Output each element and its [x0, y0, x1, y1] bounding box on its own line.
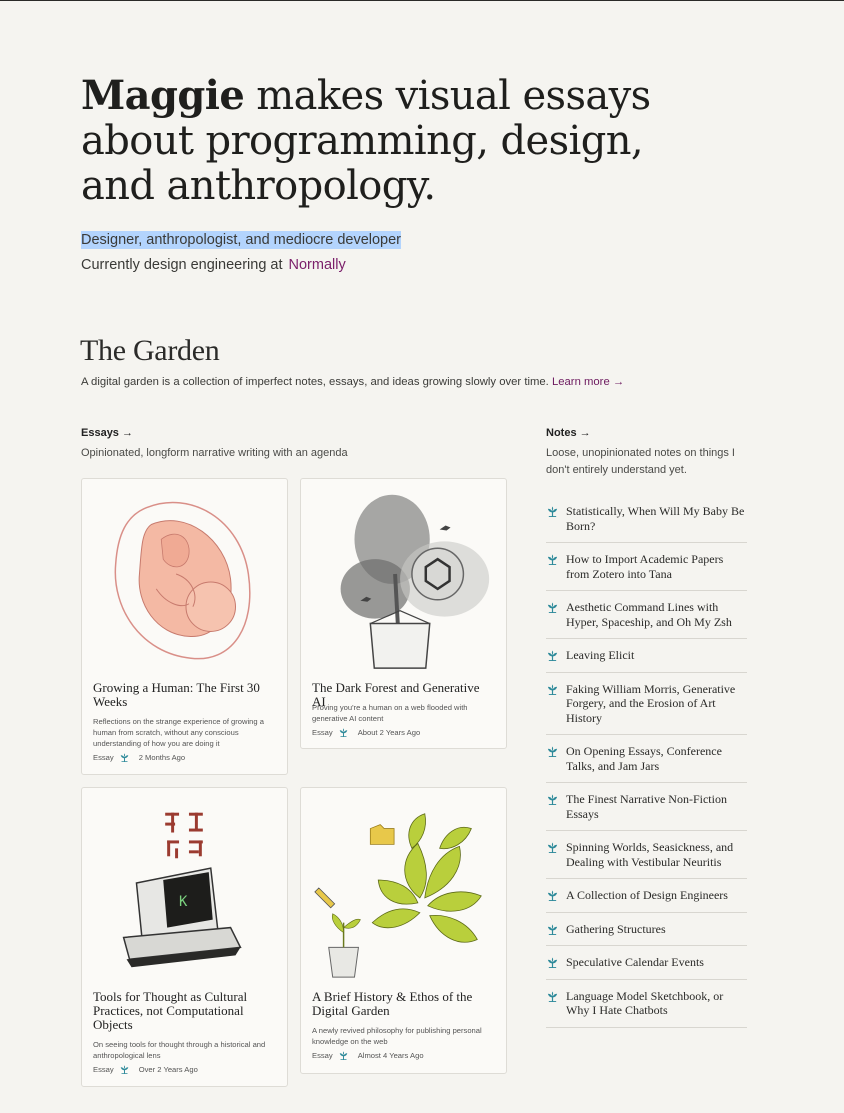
note-item[interactable]: A Collection of Design Engineers [546, 879, 747, 913]
note-title: Leaving Elicit [566, 648, 635, 662]
note-title: Faking William Morris, Generative Forger… [566, 681, 736, 725]
note-item[interactable]: How to Import Academic Papers from Zoter… [546, 543, 747, 591]
notes-description: Loose, unopinionated notes on things I d… [546, 447, 735, 476]
note-item[interactable]: On Opening Essays, Conference Talks, and… [546, 735, 747, 783]
essay-type: Essay [312, 1051, 333, 1060]
essay-date: 2 Months Ago [138, 753, 186, 762]
note-title: Language Model Sketchbook, or Why I Hate… [566, 988, 724, 1018]
garden-title: The Garden [80, 334, 220, 367]
note-title: Spinning Worlds, Seasickness, and Dealin… [566, 840, 734, 869]
svg-text:K: K [179, 894, 188, 910]
note-item[interactable]: Spinning Worlds, Seasickness, and Dealin… [546, 831, 747, 879]
hero-subtitle-text: Designer, anthropologist, and mediocre d… [81, 231, 402, 249]
sprout-icon [547, 506, 558, 517]
note-title: Speculative Calendar Events [566, 955, 704, 969]
sprout-icon [547, 991, 558, 1002]
garden-description-text: A digital garden is a collection of impe… [81, 376, 549, 388]
computer-illustration: K [122, 812, 242, 968]
note-item[interactable]: Language Model Sketchbook, or Why I Hate… [546, 980, 747, 1028]
note-title: Statistically, When Will My Baby Be Born… [566, 504, 745, 533]
essay-title: Tools for Thought as Cultural Practices,… [93, 989, 248, 1032]
essay-description: Proving you're a human on a web flooded … [312, 703, 468, 723]
essay-card[interactable]: K Tools for Thought as Cultural Practice… [81, 787, 288, 1087]
note-item[interactable]: Gathering Structures [546, 913, 747, 946]
houseplant-illustration [314, 813, 482, 978]
sprout-icon [547, 554, 558, 565]
sprout-icon [547, 924, 558, 935]
essay-meta: Essay Almost 4 Years Ago [312, 1051, 424, 1060]
sprout-icon [547, 684, 558, 695]
note-item[interactable]: Aesthetic Command Lines with Hyper, Spac… [546, 591, 747, 639]
sprout-icon [547, 650, 558, 661]
sprout-icon [339, 1051, 348, 1060]
notes-list: Statistically, When Will My Baby Be Born… [546, 495, 747, 1028]
essay-meta: Essay About 2 Years Ago [312, 728, 420, 737]
sprout-icon [120, 753, 129, 762]
hero-name: Maggie [81, 72, 245, 119]
sprout-icon [547, 842, 558, 853]
essay-card[interactable]: Growing a Human: The First 30 Weeks Refl… [81, 478, 288, 775]
essays-heading[interactable]: Essays → [81, 427, 133, 439]
sprout-icon [547, 602, 558, 613]
note-item[interactable]: Faking William Morris, Generative Forger… [546, 673, 747, 735]
dark-forest-illustration [340, 494, 490, 669]
learn-more-link[interactable]: Learn more → [552, 376, 624, 388]
essays-heading-label: Essays [81, 427, 119, 439]
sprout-icon [547, 890, 558, 901]
arrow-right-icon: → [122, 427, 133, 439]
essay-meta: Essay Over 2 Years Ago [93, 1065, 198, 1074]
essay-description: Reflections on the strange experience of… [93, 717, 264, 748]
sprout-icon [120, 1065, 129, 1074]
normally-link[interactable]: Normally [289, 257, 346, 273]
sprout-icon [547, 794, 558, 805]
arrow-right-icon: → [579, 427, 591, 439]
essay-date: Over 2 Years Ago [138, 1065, 198, 1074]
garden-description: A digital garden is a collection of impe… [81, 376, 624, 388]
essay-meta: Essay 2 Months Ago [93, 753, 185, 762]
essay-type: Essay [312, 728, 333, 737]
essay-date: Almost 4 Years Ago [357, 1051, 424, 1060]
essay-type: Essay [93, 1065, 114, 1074]
essay-card[interactable]: A Brief History & Ethos of the Digital G… [300, 787, 507, 1074]
note-title: Aesthetic Command Lines with Hyper, Spac… [566, 600, 732, 629]
essay-title: A Brief History & Ethos of the Digital G… [312, 989, 473, 1018]
sprout-icon [339, 728, 348, 737]
notes-heading[interactable]: Notes → [546, 427, 591, 439]
note-title: How to Import Academic Papers from Zoter… [566, 552, 724, 581]
essay-card[interactable]: The Dark Forest and Generative AI Provin… [300, 478, 507, 749]
note-item[interactable]: Leaving Elicit [546, 639, 747, 673]
note-title: Gathering Structures [566, 921, 666, 936]
note-title: On Opening Essays, Conference Talks, and… [566, 744, 722, 773]
essay-description: A newly revived philosophy for publishin… [312, 1026, 482, 1046]
note-title: The Finest Narrative Non-Fiction Essays [566, 792, 727, 821]
fetus-illustration [114, 501, 251, 660]
essay-description: On seeing tools for thought through a hi… [93, 1040, 266, 1060]
hero-title: Maggie makes visual essays about program… [81, 73, 721, 209]
note-item[interactable]: The Finest Narrative Non-Fiction Essays [546, 783, 747, 831]
hero-subtitle: Designer, anthropologist, and mediocre d… [81, 229, 402, 251]
note-item[interactable]: Speculative Calendar Events [546, 946, 747, 980]
essay-date: About 2 Years Ago [357, 728, 421, 737]
essay-title: Growing a Human: The First 30 Weeks [93, 680, 260, 709]
hero-current-role: Currently design engineering at Normally [81, 255, 346, 275]
sprout-icon [547, 746, 558, 757]
essays-description: Opinionated, longform narrative writing … [81, 447, 348, 459]
note-title: A Collection of Design Engineers [566, 888, 728, 902]
essay-type: Essay [93, 753, 114, 762]
note-item[interactable]: Statistically, When Will My Baby Be Born… [546, 495, 747, 543]
current-role-prefix: Currently design engineering at [81, 257, 283, 273]
notes-heading-label: Notes [546, 427, 577, 439]
sprout-icon [547, 957, 558, 968]
